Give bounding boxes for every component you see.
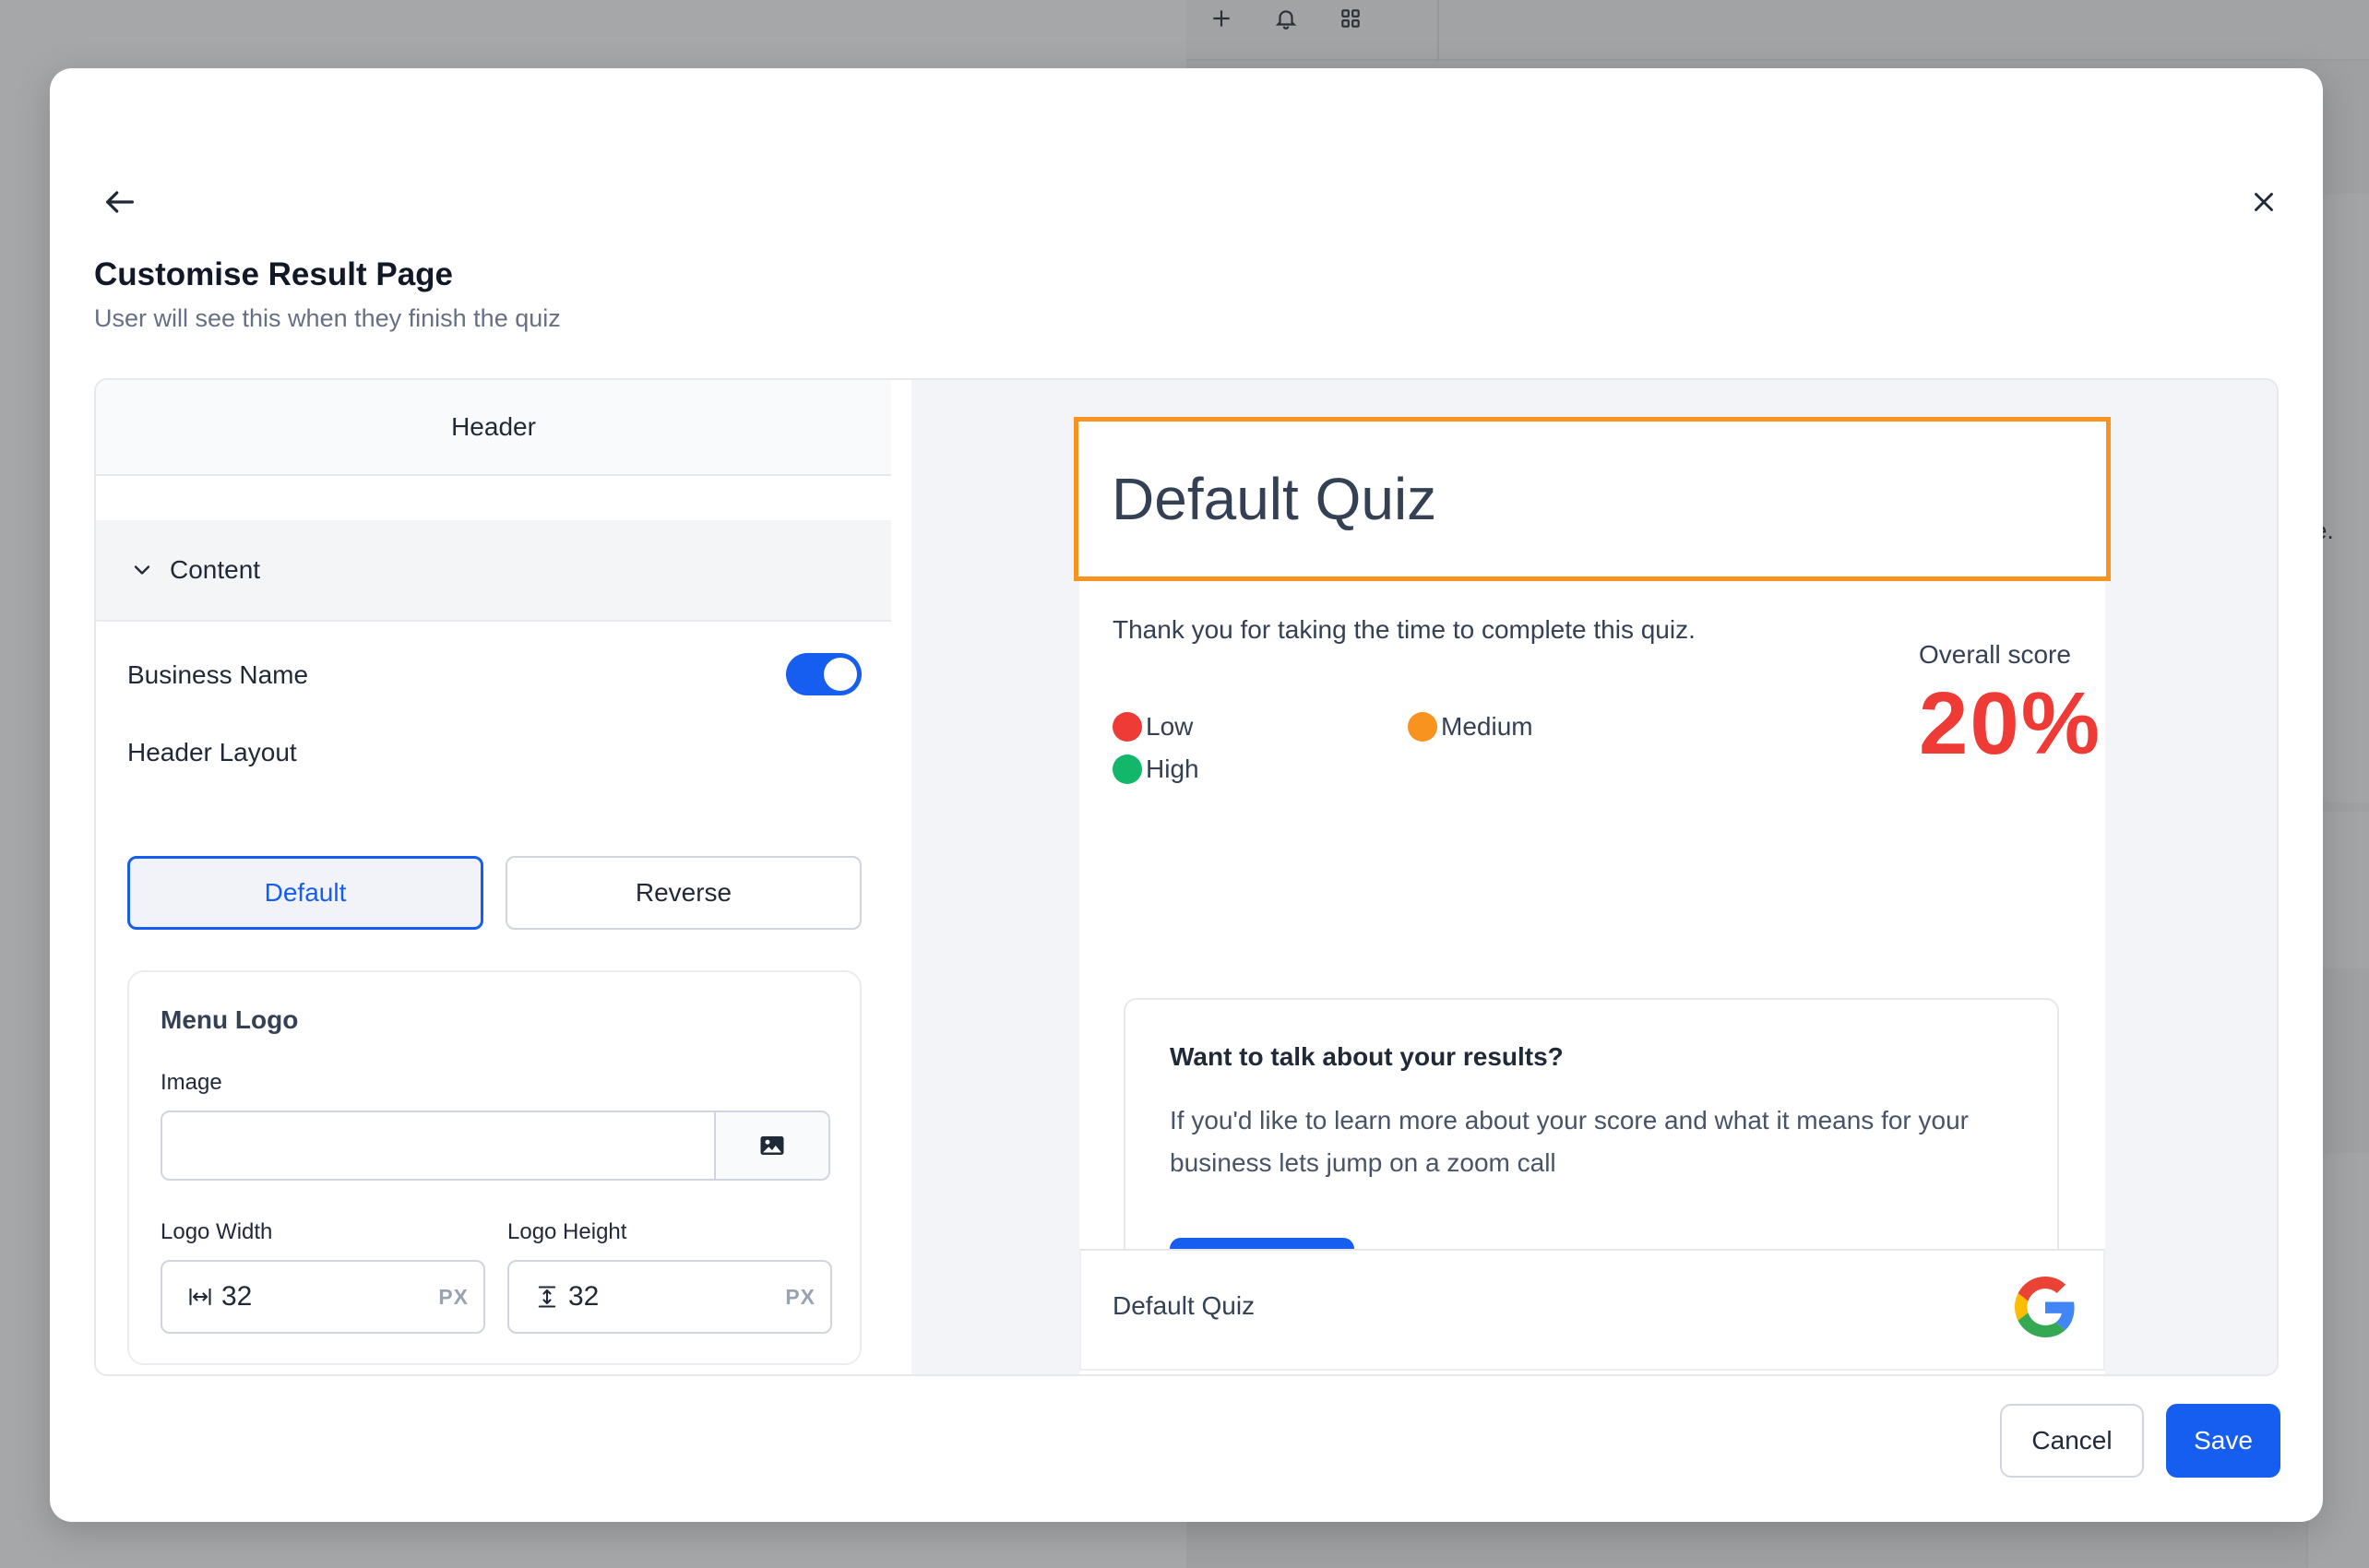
legend-medium-dot (1408, 712, 1437, 742)
arrow-left-icon (106, 191, 134, 213)
bell-icon[interactable] (1269, 2, 1303, 35)
close-icon (2255, 193, 2273, 211)
image-upload-field (161, 1111, 830, 1181)
preview-header-highlight[interactable]: Default Quiz (1074, 417, 2111, 581)
cta-title: Want to talk about your results? (1170, 1042, 1564, 1071)
legend-low-label: Low (1146, 712, 1194, 741)
logo-width-unit: PX (438, 1284, 469, 1309)
preview-panel: Default Quiz Thank you for taking the ti… (911, 380, 2277, 1374)
legend-low: Low (1113, 712, 1193, 742)
overall-score-label: Overall score (1919, 640, 2071, 669)
legend-medium-label: Medium (1441, 712, 1533, 741)
legend-low-dot (1113, 712, 1142, 742)
modal-title: Customise Result Page (94, 256, 453, 292)
height-icon (533, 1283, 561, 1311)
logo-width-input[interactable]: 32 PX (161, 1260, 485, 1334)
image-picker-button[interactable] (714, 1112, 828, 1179)
overall-score-value: 20% (1919, 674, 2102, 773)
toggle-knob (824, 658, 857, 691)
legend-high: High (1113, 754, 1199, 784)
image-icon (760, 1136, 784, 1155)
content-area: Header Content Business Name Header Layo… (94, 378, 2279, 1376)
back-button[interactable] (92, 179, 148, 225)
menu-logo-title: Menu Logo (161, 1005, 299, 1034)
logo-height-value: 32 (568, 1281, 600, 1312)
image-input[interactable] (162, 1112, 716, 1179)
logo-height-input[interactable]: 32 PX (507, 1260, 832, 1334)
background-topbar (1186, 0, 2369, 61)
close-button[interactable] (2236, 179, 2292, 225)
logo-height-unit: PX (785, 1284, 815, 1309)
menu-logo-card: Menu Logo Image Logo Width Logo Height 3… (127, 970, 862, 1365)
google-icon (2015, 1277, 2075, 1337)
layout-default-button[interactable]: Default (127, 856, 483, 930)
business-name-label: Business Name (127, 660, 309, 689)
topbar-divider (1437, 0, 1439, 61)
legend-high-label: High (1146, 754, 1199, 783)
logo-width-value: 32 (221, 1281, 253, 1312)
cancel-button[interactable]: Cancel (2000, 1404, 2144, 1478)
layout-reverse-button[interactable]: Reverse (506, 856, 862, 930)
content-section-toggle[interactable]: Content (96, 520, 891, 622)
preview-footer: Default Quiz (1079, 1249, 2105, 1371)
save-button[interactable]: Save (2166, 1404, 2280, 1478)
image-label: Image (161, 1070, 222, 1095)
tab-header[interactable]: Header (96, 380, 891, 476)
legend-high-dot (1113, 754, 1142, 784)
plus-icon[interactable] (1205, 2, 1238, 35)
width-icon (186, 1283, 214, 1311)
modal-subtitle: User will see this when they finish the … (94, 304, 561, 332)
logo-width-label: Logo Width (161, 1219, 273, 1244)
legend-medium: Medium (1408, 712, 1533, 742)
preview-thanks-text: Thank you for taking the time to complet… (1113, 615, 1696, 644)
grid-icon[interactable] (1334, 2, 1367, 35)
logo-height-label: Logo Height (507, 1219, 627, 1244)
header-layout-label: Header Layout (127, 738, 297, 766)
customise-result-modal: Customise Result Page User will see this… (50, 68, 2323, 1522)
editor-panel: Header Content Business Name Header Layo… (96, 380, 911, 1374)
cta-body: If you'd like to learn more about your s… (1170, 1106, 1970, 1177)
section-label: Content (170, 555, 261, 584)
business-name-toggle[interactable] (786, 653, 862, 695)
chevron-down-icon (129, 556, 157, 584)
preview-quiz-title: Default Quiz (1112, 466, 1437, 532)
footer-text: Default Quiz (1113, 1291, 1256, 1320)
